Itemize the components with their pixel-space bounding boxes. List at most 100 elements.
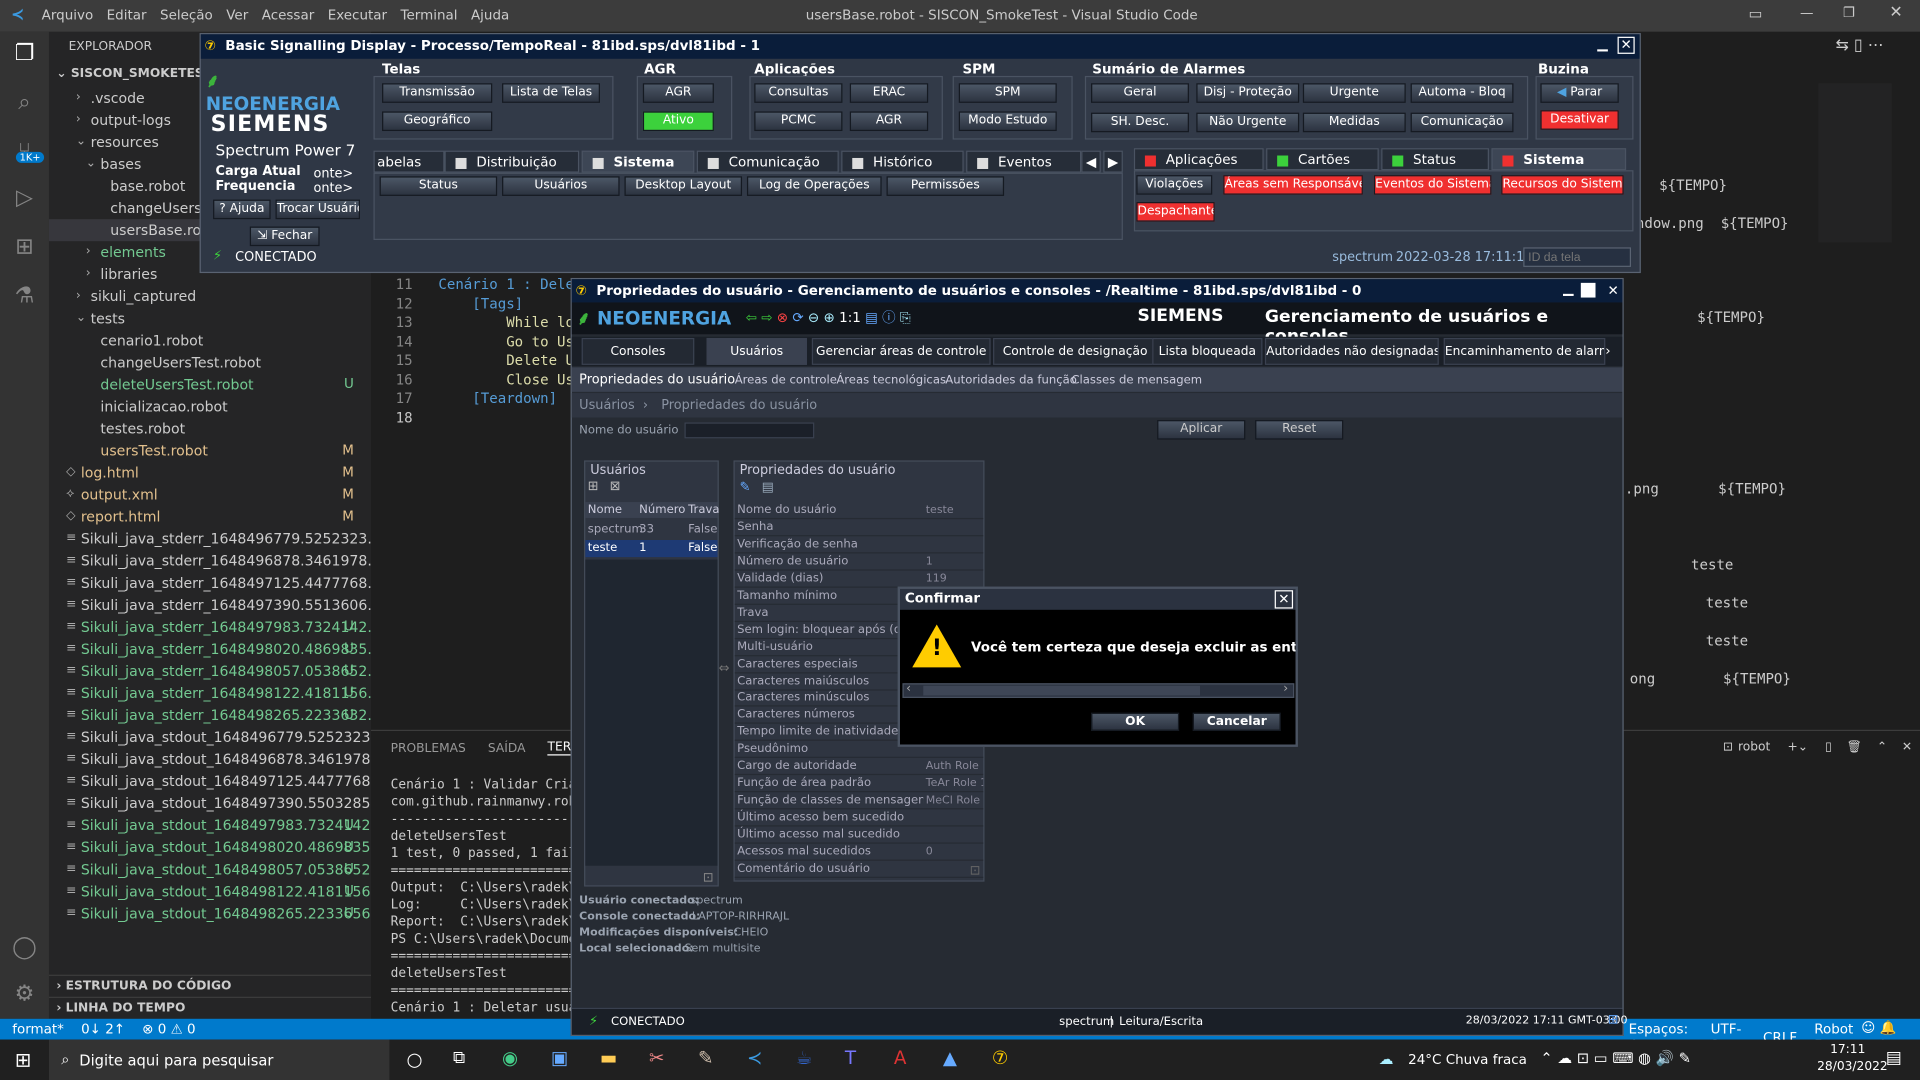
erac-button[interactable]: ERAC xyxy=(849,83,929,103)
print-icon[interactable]: ▤ xyxy=(865,310,878,326)
scroll-left-icon[interactable]: ‹ xyxy=(906,682,911,695)
um-close-icon[interactable]: ✕ xyxy=(1607,279,1618,303)
tree-item[interactable]: ⟡ output.xml M xyxy=(49,484,371,506)
tree-item[interactable]: ≡ Sikuli_java_stderr_1648498020.4869835.t… xyxy=(49,638,371,660)
clock-date[interactable]: 28/03/2022 xyxy=(1817,1060,1888,1073)
tree-item[interactable]: ≡ Sikuli_java_stdout_1648498020.4869835.t… xyxy=(49,836,371,858)
nav-tab-historico[interactable]: Histórico xyxy=(841,150,964,173)
areas-sem-resp-button[interactable]: Áreas sem Responsável xyxy=(1223,175,1363,195)
pcmc-button[interactable]: PCMC xyxy=(754,111,843,132)
user-row[interactable]: teste 1 False xyxy=(585,540,718,558)
alarm-disj-button[interactable]: Disj - Proteção xyxy=(1196,83,1300,103)
agr-ativo-button[interactable]: Ativo xyxy=(642,111,714,132)
tree-item[interactable]: usersTest.robot M xyxy=(49,440,371,462)
alarm-shdesc-button[interactable]: SH. Desc. xyxy=(1091,112,1189,133)
col-trava[interactable]: Trava xyxy=(688,503,719,516)
run-debug-icon[interactable]: ▷ xyxy=(10,184,39,213)
split-icon[interactable]: ▯ xyxy=(1825,741,1832,754)
confirm-ok-button[interactable]: OK xyxy=(1091,712,1180,732)
alarm-comunicacao-button[interactable]: Comunicação xyxy=(1410,112,1514,133)
forward-icon[interactable]: ⇨ xyxy=(761,310,772,326)
subtab-autoridades-funcao[interactable]: Autoridades da função xyxy=(945,373,1077,386)
alarm-nao-urgente-button[interactable]: Não Urgente xyxy=(1196,112,1300,133)
tree-item[interactable]: ≡ Sikuli_java_stdout_1648498122.4181156.t… xyxy=(49,880,371,902)
tree-item[interactable]: ≡ Sikuli_java_stdout_1648497983.7324142.t… xyxy=(49,814,371,836)
subtab-propriedades[interactable]: Propriedades do usuário xyxy=(579,372,735,387)
subtab-areas-controle[interactable]: Áreas de controle xyxy=(735,373,837,386)
property-row[interactable]: Função de classes de mensagens MeCl Role … xyxy=(734,792,984,810)
trocar-usuario-button[interactable]: Trocar Usuário xyxy=(275,199,361,220)
tree-item[interactable]: ≡ Sikuli_java_stderr_1648496878.3461978.t… xyxy=(49,550,371,572)
um-minimize-icon[interactable]: ▁ xyxy=(1563,277,1573,301)
vscode-taskbar-icon[interactable]: ≺ xyxy=(747,1047,762,1069)
bsd-close-icon[interactable]: ✕ xyxy=(1617,36,1635,54)
task-view-icon[interactable]: ⧉ xyxy=(453,1048,465,1068)
tree-item[interactable]: ≡ Sikuli_java_stderr_1648496779.5252323.t… xyxy=(49,528,371,550)
alarm-geral-button[interactable]: Geral xyxy=(1091,83,1189,103)
refresh-icon[interactable]: ⟳ xyxy=(792,310,803,326)
bsd-minimize-icon[interactable]: ▁ xyxy=(1597,32,1607,56)
menu-item[interactable]: Acessar xyxy=(262,7,315,23)
info-icon[interactable]: ⓘ xyxy=(882,310,895,326)
nav-tab-sistema[interactable]: Sistema xyxy=(581,150,695,173)
settings-gear-icon[interactable]: ⚙ xyxy=(10,980,39,1009)
start-icon[interactable]: ⊞ xyxy=(15,1048,31,1071)
paint-icon[interactable]: ✎ xyxy=(698,1047,713,1069)
despachante-button[interactable]: Despachante xyxy=(1136,202,1215,222)
nav-tab-distribuicao[interactable]: Distribuição xyxy=(444,150,580,173)
status-left-item[interactable]: format* xyxy=(12,1021,64,1037)
stop-icon[interactable]: ⊗ xyxy=(777,310,788,326)
restore-icon[interactable]: ❐ xyxy=(1843,5,1855,21)
col-nome[interactable]: Nome xyxy=(588,503,622,516)
edit-pencil-icon[interactable]: ✎ xyxy=(740,480,751,495)
tree-item[interactable]: inicializacao.robot xyxy=(49,396,371,418)
buzina-desativar-button[interactable]: Desativar xyxy=(1540,110,1619,130)
aplic-agr-button[interactable]: AGR xyxy=(849,111,929,132)
tree-item[interactable]: ≡ Sikuli_java_stderr_1648498265.2233632.t… xyxy=(49,704,371,726)
close-panel-icon[interactable]: ✕ xyxy=(1902,741,1912,754)
property-row[interactable]: Nome do usuário teste xyxy=(734,502,984,520)
menu-item[interactable]: Seleção xyxy=(160,7,213,23)
um-tabs-next-icon[interactable]: › xyxy=(1605,343,1610,359)
users-delete-icon[interactable]: ⊠ xyxy=(610,479,621,494)
tree-item[interactable]: ≡ Sikuli_java_stdout_1648496878.3461978.t… xyxy=(49,748,371,770)
um-tab[interactable]: Autoridades não designadas xyxy=(1264,337,1439,365)
tree-item[interactable]: deleteUsersTest.robot U xyxy=(49,373,371,395)
alarm-tab-status[interactable]: Status xyxy=(1381,148,1489,171)
chrome-icon[interactable]: ◉ xyxy=(502,1047,518,1069)
um-tab[interactable]: Lista bloqueada xyxy=(1152,337,1263,365)
breadcrumb-usuarios[interactable]: Usuários xyxy=(579,398,635,413)
trash-icon[interactable]: 🗑 xyxy=(1847,741,1863,754)
um-tab[interactable]: Controle de designação xyxy=(993,337,1158,365)
props-resize-icon[interactable]: ⊡ xyxy=(970,863,981,878)
notifications-icon[interactable]: ▤ xyxy=(1886,1048,1902,1068)
search-icon[interactable]: ⌕ xyxy=(10,88,39,117)
subtab-areas-tecnologicas[interactable]: Áreas tecnológicas xyxy=(836,373,946,386)
property-row[interactable]: Verificação de senha xyxy=(734,536,984,554)
lista-telas-button[interactable]: Lista de Telas xyxy=(502,83,601,103)
java-icon[interactable]: ☕ xyxy=(796,1047,812,1069)
photos-icon[interactable]: ▲ xyxy=(943,1047,957,1069)
um-tab[interactable]: Consoles xyxy=(581,337,695,365)
users-add-icon[interactable]: ⊞ xyxy=(588,479,599,494)
spectrum-taskbar-icon[interactable]: ⑦ xyxy=(992,1047,1008,1069)
sub-desktop-button[interactable]: Desktop Layout xyxy=(624,176,743,196)
confirm-cancel-button[interactable]: Cancelar xyxy=(1192,712,1281,732)
users-resize-icon[interactable]: ⊡ xyxy=(703,871,714,886)
nav-tab-comunicacao[interactable]: Comunicação xyxy=(696,150,839,173)
ajuda-button[interactable]: ? Ajuda xyxy=(213,199,271,220)
minimize-icon[interactable]: — xyxy=(1800,5,1813,21)
workspace-root[interactable]: ⌄ SISCON_SMOKETEST xyxy=(56,67,212,80)
zoom-level[interactable]: 1:1 xyxy=(839,310,861,326)
screen-id-input[interactable] xyxy=(1523,247,1632,267)
zoom-in-icon[interactable]: ⊕ xyxy=(824,310,835,326)
menu-item[interactable]: Ver xyxy=(226,7,248,23)
tree-item[interactable]: cenario1.robot xyxy=(49,329,371,351)
tree-item[interactable]: ≡ Sikuli_java_stdout_1648497125.4477768.t… xyxy=(49,770,371,792)
um-tab[interactable]: Gerenciar áreas de controle xyxy=(811,337,991,365)
outline-section[interactable]: › ESTRUTURA DO CÓDIGO xyxy=(48,974,372,997)
tree-item[interactable]: › sikuli_captured xyxy=(49,285,371,307)
editor-actions-icon[interactable]: ⇆ ▯ ⋯ xyxy=(1836,37,1884,55)
close-icon[interactable]: ✕ xyxy=(1889,4,1902,22)
property-row[interactable]: Número de usuário 1 xyxy=(734,553,984,571)
